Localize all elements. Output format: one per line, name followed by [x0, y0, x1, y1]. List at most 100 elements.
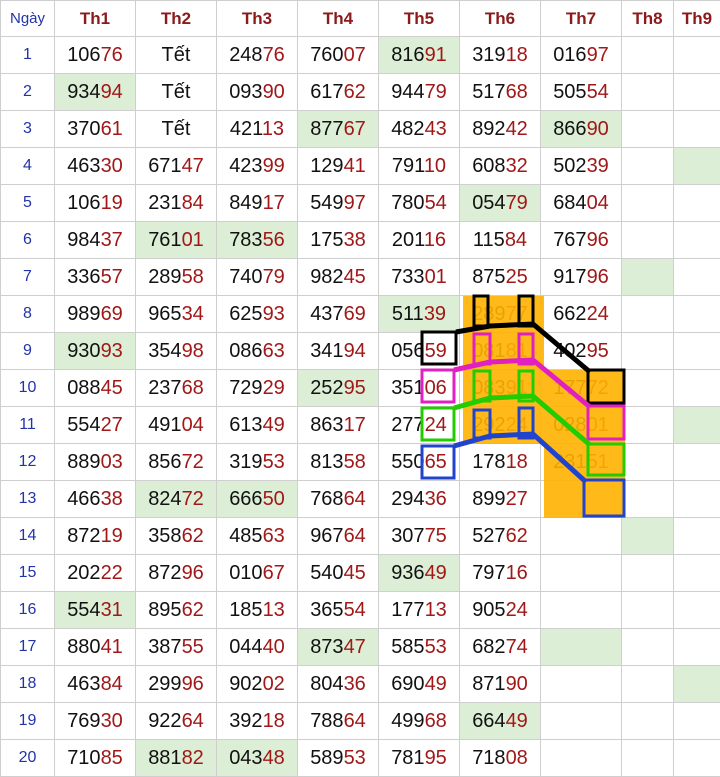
result-cell: 38755 — [136, 629, 217, 666]
number-tail: 68 — [425, 710, 447, 732]
number-tail: 07 — [344, 44, 366, 66]
day-cell: 7 — [1, 259, 55, 296]
result-cell: 66650 — [217, 481, 298, 518]
result-cell: 24876 — [217, 37, 298, 74]
number-tail: 47 — [344, 636, 366, 658]
column-header-th4: Th4 — [298, 1, 379, 37]
number-tail: 91 — [506, 377, 528, 399]
number-tail: 67 — [344, 118, 366, 140]
number-head: 863 — [310, 414, 343, 436]
number-head: 499 — [391, 710, 424, 732]
result-cell: 10676 — [55, 37, 136, 74]
number-tail: 77 — [506, 303, 528, 325]
result-cell: 76864 — [298, 481, 379, 518]
number-tail: 25 — [506, 266, 528, 288]
result-cell — [674, 37, 720, 74]
number-head: 824 — [148, 488, 181, 510]
number-tail: 18 — [506, 44, 528, 66]
result-cell: 78864 — [298, 703, 379, 740]
result-cell: 68274 — [460, 629, 541, 666]
number-head: 922 — [148, 710, 181, 732]
table-row: 1288903856723195381358550651781823151 — [1, 444, 720, 481]
result-cell — [674, 148, 720, 185]
result-cell — [674, 222, 720, 259]
number-tail: 55 — [182, 636, 204, 658]
number-head: 175 — [310, 229, 343, 251]
result-cell: 10619 — [55, 185, 136, 222]
number-tail: 72 — [182, 451, 204, 473]
number-tail: 51 — [587, 451, 609, 473]
number-tail: 72 — [587, 377, 609, 399]
result-cell: 49104 — [136, 407, 217, 444]
result-cell: 28958 — [136, 259, 217, 296]
day-cell: 16 — [1, 592, 55, 629]
result-cell: 48563 — [217, 518, 298, 555]
number-tail: 93 — [263, 303, 285, 325]
number-tail: 31 — [101, 599, 123, 621]
number-head: 917 — [553, 266, 586, 288]
table-row: 733657289587407998245733018752591796 — [1, 259, 720, 296]
number-tail: 96 — [182, 673, 204, 695]
result-cell — [674, 407, 720, 444]
number-head: 872 — [67, 525, 100, 547]
number-head: 294 — [391, 488, 424, 510]
number-tail: 19 — [101, 192, 123, 214]
result-cell: 98969 — [55, 296, 136, 333]
number-head: 540 — [310, 562, 343, 584]
result-cell: 74079 — [217, 259, 298, 296]
result-cell: 91796 — [541, 259, 622, 296]
result-cell: 09390 — [217, 74, 298, 111]
result-cell: 11584 — [460, 222, 541, 259]
result-cell: 48243 — [379, 111, 460, 148]
day-cell: 10 — [1, 370, 55, 407]
result-cell: 51768 — [460, 74, 541, 111]
number-head: 511 — [392, 303, 424, 325]
result-cell: 34194 — [298, 333, 379, 370]
number-head: 289 — [472, 303, 505, 325]
result-cell — [622, 37, 674, 74]
result-cell: 23768 — [136, 370, 217, 407]
number-tail: 39 — [587, 155, 609, 177]
table-row: 898969965346259343769511392897766224 — [1, 296, 720, 333]
number-head: 589 — [310, 747, 343, 769]
day-cell: 1 — [1, 37, 55, 74]
number-head: 028 — [553, 414, 586, 436]
result-cell: Tết — [136, 111, 217, 148]
result-cell: 58553 — [379, 629, 460, 666]
number-tail: 59 — [425, 340, 447, 362]
day-cell: 6 — [1, 222, 55, 259]
number-head: 585 — [391, 636, 424, 658]
number-tail: 04 — [182, 414, 204, 436]
column-header-th5: Th5 — [379, 1, 460, 37]
result-cell — [541, 518, 622, 555]
result-cell — [622, 111, 674, 148]
result-cell: 39218 — [217, 703, 298, 740]
table-row: 337061Tết4211387767482438924286690 — [1, 111, 720, 148]
number-head: 307 — [391, 525, 424, 547]
result-cell: 81358 — [298, 444, 379, 481]
result-cell: 01697 — [541, 37, 622, 74]
result-cell: 35862 — [136, 518, 217, 555]
number-tail: 42 — [506, 118, 528, 140]
result-cell: 35498 — [136, 333, 217, 370]
number-head: 767 — [553, 229, 586, 251]
number-head: 936 — [391, 562, 424, 584]
result-cell: 43769 — [298, 296, 379, 333]
result-cell: 17538 — [298, 222, 379, 259]
number-head: 231 — [553, 451, 586, 473]
result-cell: 33657 — [55, 259, 136, 296]
number-tail: 36 — [425, 488, 447, 510]
number-head: 934 — [67, 81, 100, 103]
number-head: 115 — [473, 229, 505, 251]
number-head: 662 — [553, 303, 586, 325]
column-header-th9: Th9 — [674, 1, 720, 37]
table-row: 446330671474239912941791106083250239 — [1, 148, 720, 185]
number-tail: 18 — [263, 710, 285, 732]
number-tail: 10 — [424, 155, 446, 177]
number-head: 482 — [391, 118, 424, 140]
number-head: 930 — [67, 340, 100, 362]
number-head: 856 — [148, 451, 181, 473]
number-head: 866 — [553, 118, 586, 140]
number-head: 248 — [229, 44, 262, 66]
number-head: 088 — [67, 377, 100, 399]
